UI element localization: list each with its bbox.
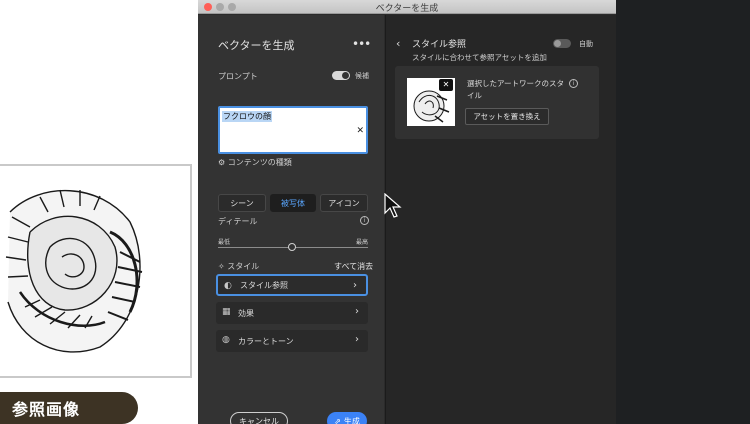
mouse-pointer-icon (384, 193, 402, 218)
chevron-right-icon: › (355, 306, 359, 317)
content-type-section: ⚙ コンテンツの種類 (218, 157, 292, 168)
detail-info-icon[interactable]: i (360, 216, 369, 225)
content-type-icon: ⚙ (218, 158, 226, 167)
rose-illustration (5, 189, 143, 353)
selected-artwork-text: 選択したアートワークのスタイル (467, 79, 565, 100)
effects-item[interactable]: ▦ 効果 › (216, 302, 368, 324)
reference-image-label: 参照画像 (0, 392, 138, 424)
style-reference-icon: ◐ (224, 281, 232, 291)
selected-artwork-info-icon[interactable]: i (569, 79, 578, 88)
generate-settings-panel: ベクターを生成 ••• プロンプト 候補 フクロウの顔 ✕ ⚙ コンテンツの種類… (198, 15, 384, 424)
effects-icon: ▦ (222, 307, 231, 317)
auto-toggle[interactable] (553, 39, 571, 48)
prompt-input-text[interactable]: フクロウの顔 (222, 111, 272, 122)
content-type-icon-option[interactable]: アイコン (320, 194, 368, 212)
window-titlebar: ベクターを生成 (198, 0, 616, 14)
style-reference-label: スタイル参照 (240, 280, 288, 290)
detail-min-label: 最低 (218, 239, 231, 246)
app-background-strip (616, 0, 750, 424)
style-icon: ✧ (218, 262, 225, 271)
back-chevron-icon[interactable]: ‹ (396, 37, 400, 50)
clear-all-button[interactable]: すべて消去 (334, 261, 373, 272)
generate-vector-window: ベクターを生成 ベクターを生成 ••• プロンプト 候補 フクロウの顔 ✕ ⚙ … (198, 0, 616, 424)
detail-label: ディテール (218, 217, 258, 226)
cancel-button[interactable]: キャンセル (230, 412, 288, 424)
suggestion-toggle[interactable] (332, 71, 350, 80)
prompt-input[interactable]: フクロウの顔 ✕ (218, 106, 368, 154)
generate-button[interactable]: ⇗ 生成 (327, 412, 367, 424)
style-reference-item[interactable]: ◐ スタイル参照 › (216, 274, 368, 296)
content-type-label: コンテンツの種類 (227, 158, 292, 167)
more-options-icon[interactable]: ••• (352, 37, 371, 51)
remove-reference-icon[interactable]: ✕ (439, 79, 453, 91)
clear-prompt-icon[interactable]: ✕ (356, 126, 364, 136)
color-tone-label: カラーとトーン (238, 336, 294, 346)
color-tone-item[interactable]: ◍ カラーとトーン › (216, 330, 368, 352)
window-title: ベクターを生成 (375, 4, 439, 14)
content-type-scene[interactable]: シーン (218, 194, 266, 212)
suggestion-label: 候補 (355, 72, 369, 80)
style-reference-panel: ‹ スタイル参照 スタイルに合わせて参照アセットを追加 自動 ✕ 選択したアート… (385, 15, 616, 424)
color-tone-icon: ◍ (222, 335, 230, 345)
style-section: ✧ スタイル (218, 261, 259, 272)
chevron-right-icon: › (353, 280, 357, 291)
reference-asset-card: ✕ 選択したアートワークのスタイル i アセットを置き換え (395, 66, 599, 139)
content-type-subject[interactable]: 被写体 (270, 194, 316, 212)
chevron-right-icon: › (355, 334, 359, 345)
prompt-label: プロンプト (218, 72, 258, 81)
replace-asset-button[interactable]: アセットを置き換え (465, 108, 549, 125)
detail-slider-thumb[interactable] (288, 243, 296, 251)
generate-icon: ⇗ (334, 416, 341, 424)
style-reference-subtitle: スタイルに合わせて参照アセットを追加 (412, 53, 547, 62)
auto-label: 自動 (579, 40, 593, 48)
effects-label: 効果 (238, 308, 254, 318)
style-reference-title: スタイル参照 (412, 40, 467, 50)
panel-title: ベクターを生成 (218, 39, 295, 52)
style-label: スタイル (227, 262, 260, 271)
generate-label: 生成 (343, 416, 360, 424)
detail-max-label: 最高 (356, 239, 369, 246)
